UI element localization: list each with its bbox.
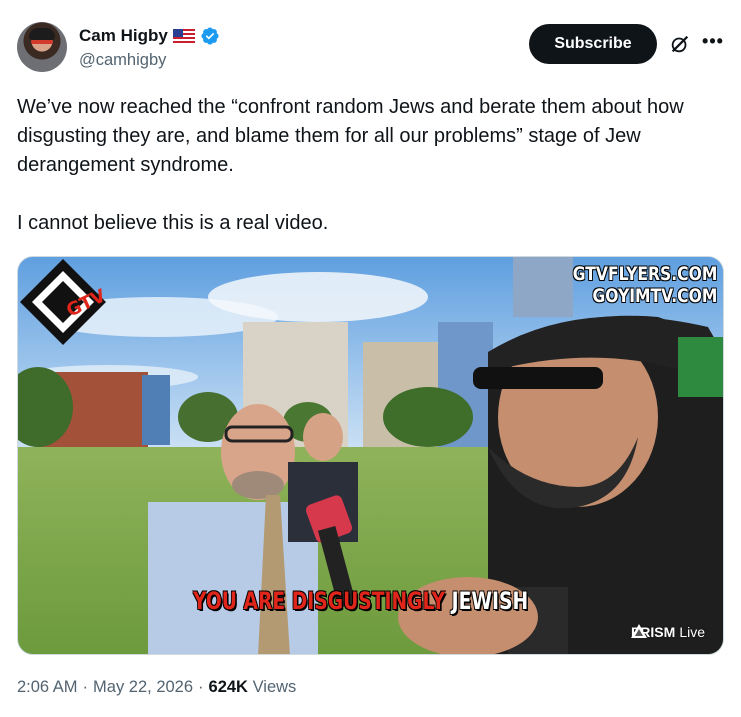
- prism-live-label: Live: [679, 624, 705, 640]
- tweet-date[interactable]: May 22, 2026: [93, 678, 193, 697]
- tweet-time[interactable]: 2:06 AM: [17, 678, 78, 697]
- watermark-line: GTVFLYERS.COM: [572, 263, 717, 285]
- caption-red: YOU ARE DISGUSTINGLY: [193, 587, 446, 615]
- separator: ·: [198, 678, 204, 696]
- handle[interactable]: @camhigby: [79, 51, 166, 70]
- tweet-text: We’ve now reached the “confront random J…: [17, 93, 717, 238]
- prism-icon: [630, 624, 647, 638]
- watermark: GTVFLYERS.COM GOYIMTV.COM: [572, 263, 717, 307]
- tweet-header: Cam Higby @camhigby Subscribe •••: [17, 22, 724, 78]
- video-media[interactable]: GTVFLYERS.COM GOYIMTV.COM GTV YOU ARE DI…: [17, 256, 724, 655]
- us-flag-icon: [172, 28, 195, 44]
- tweet-meta: 2:06 AM · May 22, 2026 · 624K Views: [17, 678, 296, 697]
- caption-white: JEWISH: [451, 587, 529, 615]
- prism-live-badge: PRISM Live: [630, 624, 705, 640]
- views-count[interactable]: 624K: [209, 678, 248, 696]
- name-row: Cam Higby: [79, 26, 220, 46]
- display-name[interactable]: Cam Higby: [79, 26, 168, 46]
- tweet-paragraph: I cannot believe this is a real video.: [17, 212, 329, 234]
- grok-icon[interactable]: [669, 33, 691, 55]
- video-caption: YOU ARE DISGUSTINGLY JEWISH: [193, 587, 528, 615]
- separator: ·: [82, 678, 89, 696]
- more-icon[interactable]: •••: [702, 32, 724, 54]
- tweet-paragraph: We’ve now reached the “confront random J…: [17, 96, 684, 176]
- subscribe-button[interactable]: Subscribe: [529, 24, 657, 64]
- verified-badge-icon[interactable]: [200, 26, 220, 46]
- gtv-logo: GTV: [20, 259, 108, 345]
- avatar[interactable]: [17, 22, 67, 72]
- watermark-line: GOYIMTV.COM: [592, 285, 717, 307]
- views-label: Views: [252, 678, 297, 696]
